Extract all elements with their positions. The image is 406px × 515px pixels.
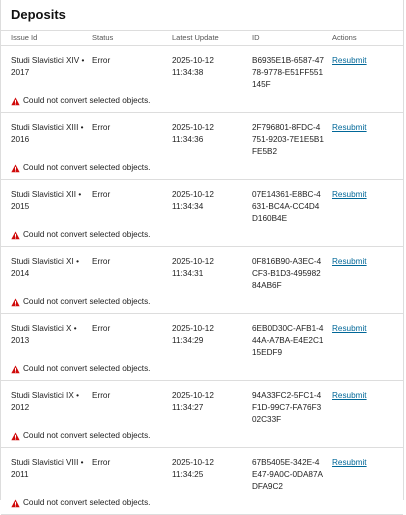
error-text: Could not convert selected objects. [23, 364, 151, 373]
issue-id-cell: Studi Slavistici X • 2013 [11, 324, 77, 345]
actions-cell: Resubmit [332, 189, 367, 201]
deposit-id-cell: 67B5405E-342E-4E47-9A0C-0DA87ADFA9C2 [252, 458, 323, 491]
deposit-row: Studi Slavistici VIII • 2011 Error 2025-… [1, 448, 403, 515]
resubmit-link[interactable]: Resubmit [332, 123, 367, 132]
issue-id-cell: Studi Slavistici IX • 2012 [11, 391, 79, 412]
issue-id-cell: Studi Slavistici VIII • 2011 [11, 458, 84, 479]
update-time: 11:34:34 [172, 202, 204, 211]
latest-update-cell: 2025-10-12 11:34:34 [172, 189, 242, 213]
warning-triangle-icon [11, 365, 20, 373]
status-cell: Error [92, 458, 111, 467]
status-cell: Error [92, 190, 111, 199]
warning-triangle-icon [11, 231, 20, 239]
deposit-id-cell: 6EB0D30C-AFB1-444A-A7BA-E4E2C115EDF9 [252, 324, 324, 357]
resubmit-link[interactable]: Resubmit [332, 458, 367, 467]
deposit-row: Studi Slavistici IX • 2012 Error 2025-10… [1, 381, 403, 448]
actions-cell: Resubmit [332, 55, 367, 67]
error-message: Could not convert selected objects. [11, 95, 150, 107]
deposit-id-cell: 94A33FC2-5FC1-4F1D-99C7-FA76F302C33F [252, 391, 322, 424]
update-date: 2025-10-12 [172, 190, 214, 199]
resubmit-link[interactable]: Resubmit [332, 391, 367, 400]
deposits-panel: Deposits Issue Id Status Latest Update I… [0, 0, 404, 515]
resubmit-link[interactable]: Resubmit [332, 56, 367, 65]
update-time: 11:34:36 [172, 135, 204, 144]
update-date: 2025-10-12 [172, 123, 214, 132]
panel-title: Deposits [1, 0, 403, 31]
error-message: Could not convert selected objects. [11, 162, 150, 174]
error-text: Could not convert selected objects. [23, 96, 151, 105]
table-header: Issue Id Status Latest Update ID Actions [1, 31, 403, 46]
actions-cell: Resubmit [332, 323, 367, 335]
deposit-row: Studi Slavistici XIII • 2016 Error 2025-… [1, 113, 403, 180]
warning-triangle-icon [11, 164, 20, 172]
status-cell: Error [92, 123, 111, 132]
warning-triangle-icon [11, 298, 20, 306]
status-cell: Error [92, 257, 111, 266]
deposit-row: Studi Slavistici XIV • 2017 Error 2025-1… [1, 46, 403, 113]
column-header-id: ID [252, 33, 260, 42]
latest-update-cell: 2025-10-12 11:34:29 [172, 323, 242, 347]
update-time: 11:34:25 [172, 470, 204, 479]
actions-cell: Resubmit [332, 457, 367, 469]
error-text: Could not convert selected objects. [23, 297, 151, 306]
deposit-row: Studi Slavistici X • 2013 Error 2025-10-… [1, 314, 403, 381]
latest-update-cell: 2025-10-12 11:34:25 [172, 457, 242, 481]
error-text: Could not convert selected objects. [23, 431, 151, 440]
error-message: Could not convert selected objects. [11, 229, 150, 241]
update-date: 2025-10-12 [172, 56, 214, 65]
deposit-list: Studi Slavistici XIV • 2017 Error 2025-1… [1, 46, 403, 515]
warning-triangle-icon [11, 97, 20, 105]
issue-id-cell: Studi Slavistici XIII • 2016 [11, 123, 84, 144]
warning-triangle-icon [11, 432, 20, 440]
status-cell: Error [92, 324, 111, 333]
column-header-actions: Actions [332, 33, 357, 42]
deposit-row: Studi Slavistici XII • 2015 Error 2025-1… [1, 180, 403, 247]
error-message: Could not convert selected objects. [11, 430, 150, 442]
update-date: 2025-10-12 [172, 324, 214, 333]
resubmit-link[interactable]: Resubmit [332, 190, 367, 199]
latest-update-cell: 2025-10-12 11:34:31 [172, 256, 242, 280]
issue-id-cell: Studi Slavistici XII • 2015 [11, 190, 82, 211]
latest-update-cell: 2025-10-12 11:34:38 [172, 55, 242, 79]
resubmit-link[interactable]: Resubmit [332, 257, 367, 266]
error-text: Could not convert selected objects. [23, 498, 151, 507]
column-header-latest-update: Latest Update [172, 33, 219, 42]
deposit-id-cell: B6935E1B-6587-4778-9778-E51FF551145F [252, 56, 324, 89]
update-date: 2025-10-12 [172, 458, 214, 467]
status-cell: Error [92, 391, 111, 400]
latest-update-cell: 2025-10-12 11:34:36 [172, 122, 242, 146]
update-time: 11:34:27 [172, 403, 204, 412]
error-message: Could not convert selected objects. [11, 497, 150, 509]
update-time: 11:34:29 [172, 336, 204, 345]
deposit-row: Studi Slavistici XI • 2014 Error 2025-10… [1, 247, 403, 314]
column-header-status: Status [92, 33, 114, 42]
issue-id-cell: Studi Slavistici XIV • 2017 [11, 56, 85, 77]
update-date: 2025-10-12 [172, 257, 214, 266]
error-text: Could not convert selected objects. [23, 230, 151, 239]
update-time: 11:34:31 [172, 269, 204, 278]
actions-cell: Resubmit [332, 256, 367, 268]
resubmit-link[interactable]: Resubmit [332, 324, 367, 333]
deposit-id-cell: 2F796801-8FDC-4751-9203-7E1E5B1FE5B2 [252, 123, 324, 156]
deposit-id-cell: 07E14361-E8BC-4631-BC4A-CC4D4D160B4E [252, 190, 321, 223]
error-text: Could not convert selected objects. [23, 163, 151, 172]
column-header-issue-id: Issue Id [11, 33, 38, 42]
latest-update-cell: 2025-10-12 11:34:27 [172, 390, 242, 414]
issue-id-cell: Studi Slavistici XI • 2014 [11, 257, 79, 278]
actions-cell: Resubmit [332, 122, 367, 134]
actions-cell: Resubmit [332, 390, 367, 402]
deposit-id-cell: 0F816B90-A3EC-4CF3-B1D3-49598284AB6F [252, 257, 322, 290]
update-date: 2025-10-12 [172, 391, 214, 400]
update-time: 11:34:38 [172, 68, 204, 77]
error-message: Could not convert selected objects. [11, 296, 150, 308]
error-message: Could not convert selected objects. [11, 363, 150, 375]
status-cell: Error [92, 56, 111, 65]
